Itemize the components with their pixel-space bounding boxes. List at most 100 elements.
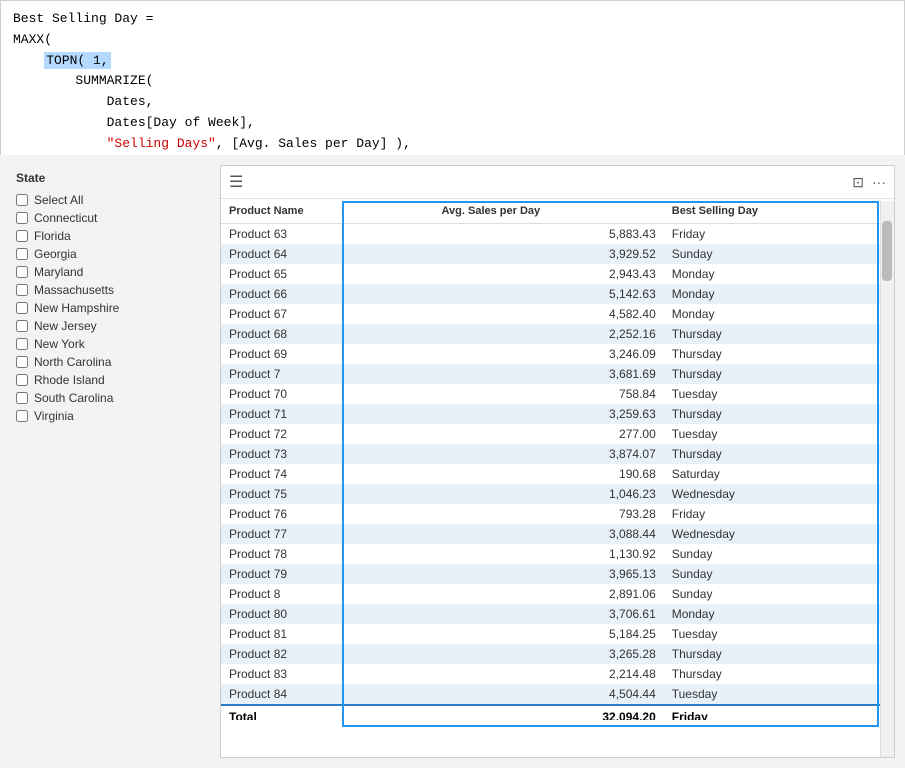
table-row: Product 82,891.06Sunday — [221, 584, 894, 604]
cell-day: Thursday — [664, 324, 894, 344]
table-row: Product 793,965.13Sunday — [221, 564, 894, 584]
cell-day: Saturday — [664, 464, 894, 484]
menu-icon[interactable]: ☰ — [229, 172, 243, 192]
table-row: Product 733,874.07Thursday — [221, 444, 894, 464]
cell-avg: 3,929.52 — [434, 244, 664, 264]
code-line-4: SUMMARIZE( — [13, 71, 892, 92]
cell-day: Thursday — [664, 404, 894, 424]
cell-product: Product 68 — [221, 324, 434, 344]
scrollbar-thumb[interactable] — [882, 221, 892, 281]
filter-item-virginia[interactable]: Virginia — [16, 409, 204, 423]
filter-label-new-hampshire: New Hampshire — [34, 301, 119, 315]
cell-day: Wednesday — [664, 484, 894, 504]
filter-item-connecticut[interactable]: Connecticut — [16, 211, 204, 225]
table-row: Product 693,246.09Thursday — [221, 344, 894, 364]
cell-avg: 5,184.25 — [434, 624, 664, 644]
checkbox-north-carolina[interactable] — [16, 356, 28, 368]
checkbox-georgia[interactable] — [16, 248, 28, 260]
cell-avg: 190.68 — [434, 464, 664, 484]
cell-avg: 277.00 — [434, 424, 664, 444]
col-header-day: Best Selling Day — [664, 199, 894, 224]
cell-avg: 1,046.23 — [434, 484, 664, 504]
expand-icon[interactable]: ⊡ — [852, 174, 864, 191]
filter-label-rhode-island: Rhode Island — [34, 373, 105, 387]
table-row: Product 652,943.43Monday — [221, 264, 894, 284]
total-day: Friday — [664, 705, 894, 720]
table-row: Product 781,130.92Sunday — [221, 544, 894, 564]
cell-day: Tuesday — [664, 424, 894, 444]
cell-day: Sunday — [664, 584, 894, 604]
checkbox-south-carolina[interactable] — [16, 392, 28, 404]
code-line-7: "Selling Days", [Avg. Sales per Day] ), — [13, 134, 892, 155]
code-line-1: Best Selling Day = — [13, 9, 892, 30]
checkbox-connecticut[interactable] — [16, 212, 28, 224]
filter-item-north-carolina[interactable]: North Carolina — [16, 355, 204, 369]
table-row: Product 823,265.28Thursday — [221, 644, 894, 664]
cell-product: Product 63 — [221, 224, 434, 245]
filter-item-new-york[interactable]: New York — [16, 337, 204, 351]
cell-product: Product 72 — [221, 424, 434, 444]
checkbox-florida[interactable] — [16, 230, 28, 242]
checkbox-new-york[interactable] — [16, 338, 28, 350]
main-area: State Select All Connecticut Florida Geo… — [0, 155, 905, 768]
table-row: Product 73,681.69Thursday — [221, 364, 894, 384]
table-row: Product 643,929.52Sunday — [221, 244, 894, 264]
checkbox-virginia[interactable] — [16, 410, 28, 422]
filter-item-florida[interactable]: Florida — [16, 229, 204, 243]
checkbox-select-all[interactable] — [16, 194, 28, 206]
table-row: Product 682,252.16Thursday — [221, 324, 894, 344]
cell-avg: 2,252.16 — [434, 324, 664, 344]
cell-day: Tuesday — [664, 684, 894, 705]
cell-avg: 3,874.07 — [434, 444, 664, 464]
filter-item-rhode-island[interactable]: Rhode Island — [16, 373, 204, 387]
table-row: Product 803,706.61Monday — [221, 604, 894, 624]
total-row: Total 32,094.20 Friday — [221, 705, 894, 720]
checkbox-new-hampshire[interactable] — [16, 302, 28, 314]
cell-product: Product 83 — [221, 664, 434, 684]
cell-avg: 1,130.92 — [434, 544, 664, 564]
checkbox-massachusetts[interactable] — [16, 284, 28, 296]
filter-label-virginia: Virginia — [34, 409, 74, 423]
cell-avg: 3,706.61 — [434, 604, 664, 624]
cell-day: Wednesday — [664, 524, 894, 544]
cell-avg: 3,259.63 — [434, 404, 664, 424]
filter-item-massachusetts[interactable]: Massachusetts — [16, 283, 204, 297]
filter-item-maryland[interactable]: Maryland — [16, 265, 204, 279]
cell-avg: 5,883.43 — [434, 224, 664, 245]
cell-product: Product 77 — [221, 524, 434, 544]
cell-product: Product 66 — [221, 284, 434, 304]
filter-item-new-jersey[interactable]: New Jersey — [16, 319, 204, 333]
data-table: Product Name Avg. Sales per Day Best Sel… — [221, 199, 894, 720]
cell-avg: 3,681.69 — [434, 364, 664, 384]
code-line-6: Dates[Day of Week], — [13, 113, 892, 134]
more-options-icon[interactable]: ··· — [872, 174, 886, 190]
code-line-2: MAXX( — [13, 30, 892, 51]
table-row: Product 665,142.63Monday — [221, 284, 894, 304]
cell-day: Sunday — [664, 244, 894, 264]
cell-product: Product 65 — [221, 264, 434, 284]
cell-avg: 2,943.43 — [434, 264, 664, 284]
scrollbar[interactable] — [880, 201, 894, 757]
cell-day: Tuesday — [664, 624, 894, 644]
filter-item-south-carolina[interactable]: South Carolina — [16, 391, 204, 405]
table-scroll[interactable]: Product Name Avg. Sales per Day Best Sel… — [221, 199, 894, 720]
checkbox-maryland[interactable] — [16, 266, 28, 278]
cell-day: Friday — [664, 504, 894, 524]
checkbox-new-jersey[interactable] — [16, 320, 28, 332]
cell-product: Product 82 — [221, 644, 434, 664]
total-avg: 32,094.20 — [434, 705, 664, 720]
checkbox-rhode-island[interactable] — [16, 374, 28, 386]
cell-avg: 4,504.44 — [434, 684, 664, 705]
topn-highlight: TOPN( 1, — [44, 52, 110, 69]
cell-product: Product 76 — [221, 504, 434, 524]
table-container: ☰ ⊡ ··· Product Name Avg. Sales per Day … — [220, 165, 895, 758]
cell-avg: 2,891.06 — [434, 584, 664, 604]
filter-label-florida: Florida — [34, 229, 71, 243]
col-header-product: Product Name — [221, 199, 434, 224]
table-row: Product 844,504.44Tuesday — [221, 684, 894, 705]
cell-day: Monday — [664, 264, 894, 284]
filter-item-new-hampshire[interactable]: New Hampshire — [16, 301, 204, 315]
cell-product: Product 79 — [221, 564, 434, 584]
filter-item-georgia[interactable]: Georgia — [16, 247, 204, 261]
filter-item-select-all[interactable]: Select All — [16, 193, 204, 207]
